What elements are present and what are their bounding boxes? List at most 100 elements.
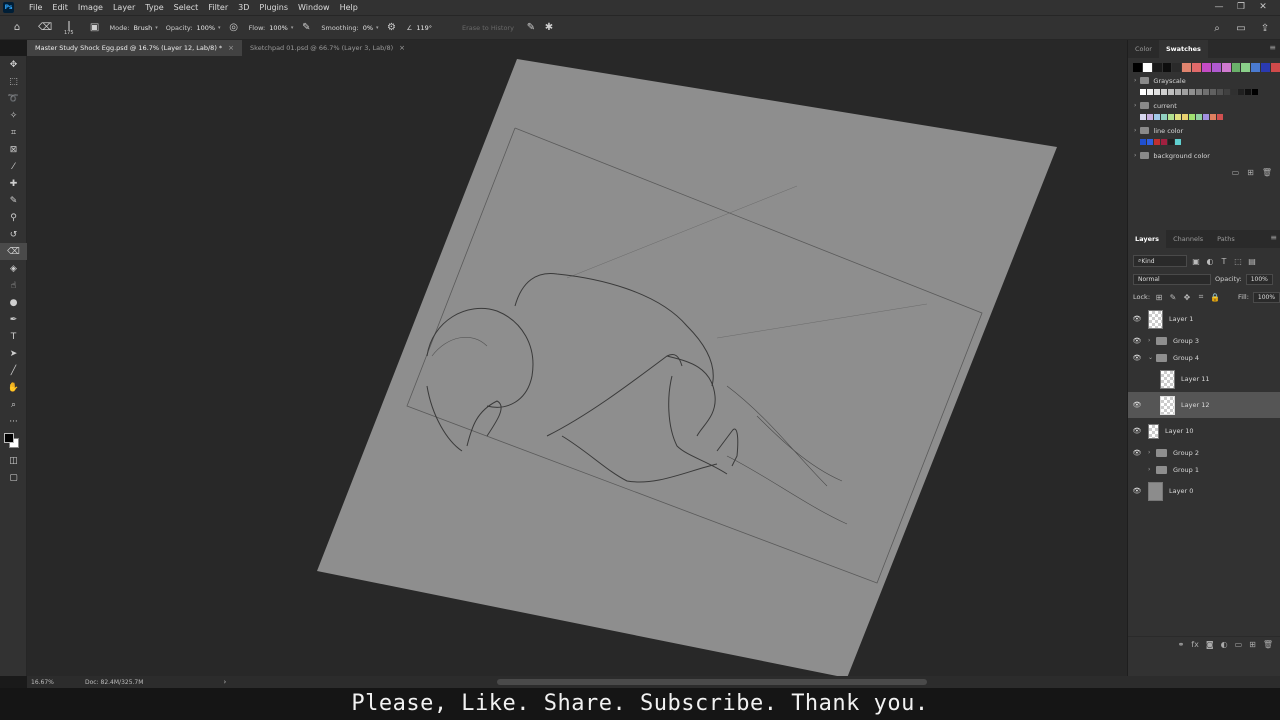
brush-settings-icon[interactable]: ▣ [88, 21, 102, 35]
tab-sketchpad[interactable]: Sketchpad 01.psd @ 66.7% (Layer 3, Lab/8… [242, 40, 413, 56]
magic-wand-tool-icon[interactable]: ✧ [0, 107, 27, 124]
color-swatches[interactable] [0, 430, 27, 452]
eye-icon[interactable]: 👁 [1128, 466, 1146, 474]
swatch[interactable] [1211, 63, 1221, 72]
swatch[interactable] [1140, 139, 1146, 145]
restore-button[interactable]: ❐ [1230, 0, 1252, 15]
share-icon[interactable]: ⇪ [1258, 21, 1272, 35]
swatch-group[interactable]: › line color [1128, 122, 1280, 139]
frame-tool-icon[interactable]: ⊠ [0, 141, 27, 158]
swatch[interactable] [1182, 114, 1188, 120]
tab-master-study[interactable]: Master Study Shock Egg.psd @ 16.7% (Laye… [27, 40, 243, 56]
menu-type[interactable]: Type [140, 3, 168, 12]
adjustment-icon[interactable]: ◐ [1221, 640, 1228, 649]
search-icon[interactable]: ⌕ [1210, 21, 1224, 35]
swatch[interactable] [1252, 89, 1258, 95]
menu-plugins[interactable]: Plugins [254, 3, 293, 12]
chevron-down-icon[interactable]: ⌄ [1148, 354, 1156, 361]
erase-to-history-checkbox[interactable]: Erase to History [462, 24, 514, 32]
swatch[interactable] [1202, 63, 1211, 72]
opacity-control[interactable]: Opacity: 100% ▾ [166, 24, 221, 32]
lasso-tool-icon[interactable]: ➰ [0, 90, 27, 107]
swatch[interactable] [1271, 63, 1280, 72]
horizontal-scrollbar[interactable] [497, 679, 927, 685]
close-icon[interactable]: × [228, 40, 234, 56]
layer-row[interactable]: 👁 ⌄ Group 4 [1128, 349, 1280, 366]
new-swatch-icon[interactable]: ⊞ [1247, 168, 1254, 177]
symmetry-icon[interactable]: ✱ [542, 21, 556, 35]
swatch[interactable] [1175, 114, 1181, 120]
canvas-area[interactable] [27, 56, 1127, 676]
more-tools-icon[interactable]: ··· [0, 413, 27, 430]
home-icon[interactable]: ⌂ [10, 21, 24, 35]
swatch[interactable] [1182, 63, 1192, 72]
swatch[interactable] [1162, 63, 1172, 72]
tab-color[interactable]: Color [1128, 40, 1159, 58]
layer-row[interactable]: 👁 › Group 3 [1128, 332, 1280, 349]
menu-edit[interactable]: Edit [47, 3, 73, 12]
swatch[interactable] [1172, 63, 1182, 72]
path-selection-tool-icon[interactable]: ➤ [0, 345, 27, 362]
tab-swatches[interactable]: Swatches [1158, 40, 1208, 58]
layer-fill-input[interactable]: 100% [1252, 291, 1280, 303]
swatch[interactable] [1154, 89, 1160, 95]
pressure-opacity-icon[interactable]: ◎ [227, 21, 241, 35]
eye-icon[interactable]: 👁 [1128, 375, 1146, 383]
zoom-level[interactable]: 16.67% [27, 679, 71, 686]
tab-layers[interactable]: Layers [1128, 230, 1167, 248]
panel-menu-icon[interactable]: ≡ [1270, 233, 1277, 242]
pen-tool-icon[interactable]: ✒ [0, 311, 27, 328]
eye-icon[interactable]: 👁 [1128, 354, 1146, 362]
image-filter-icon[interactable]: ▣ [1191, 256, 1201, 266]
eraser-tool-preset-icon[interactable]: ⌫ [38, 21, 52, 35]
filter-kind-dropdown[interactable]: ⌕ Kind [1133, 255, 1187, 267]
gear-icon[interactable]: ⚙ [385, 21, 399, 35]
crop-tool-icon[interactable]: ⌗ [0, 124, 27, 141]
layer-row[interactable]: 👁 Layer 1 [1128, 306, 1280, 332]
swatch[interactable] [1161, 89, 1167, 95]
mode-dropdown[interactable]: Mode: Brush ▾ [110, 24, 158, 32]
swatch[interactable] [1231, 89, 1237, 95]
type-tool-icon[interactable]: T [0, 328, 27, 345]
swatch[interactable] [1147, 114, 1153, 120]
swatch[interactable] [1251, 63, 1261, 72]
chevron-right-icon[interactable]: › [223, 678, 226, 686]
foreground-color[interactable] [4, 433, 14, 443]
swatch[interactable] [1241, 63, 1251, 72]
lock-all-icon[interactable]: 🔒 [1210, 292, 1220, 302]
layer-row[interactable]: 👁 Layer 0 [1128, 478, 1280, 504]
brush-size-picker[interactable]: 175 [60, 19, 88, 37]
paint-bucket-tool-icon[interactable]: ◈ [0, 260, 27, 277]
eye-icon[interactable]: 👁 [1128, 401, 1146, 409]
smudge-tool-icon[interactable]: ☝ [0, 277, 27, 294]
swatch[interactable] [1140, 114, 1146, 120]
swatch[interactable] [1133, 63, 1142, 72]
eye-icon[interactable]: 👁 [1128, 427, 1146, 435]
trash-icon[interactable]: 🗑 [1262, 168, 1272, 177]
swatch[interactable] [1168, 114, 1174, 120]
eye-icon[interactable]: 👁 [1128, 315, 1146, 323]
angle-control[interactable]: ∠ 119° [407, 24, 433, 32]
smart-object-filter-icon[interactable]: ▤ [1247, 256, 1257, 266]
artwork-canvas[interactable] [27, 56, 1127, 676]
menu-image[interactable]: Image [73, 3, 108, 12]
folder-icon[interactable]: ▭ [1235, 640, 1243, 649]
layer-opacity-input[interactable]: 100% [1245, 273, 1273, 285]
swatch[interactable] [1168, 139, 1174, 145]
lock-artboard-icon[interactable]: ⌗ [1196, 292, 1206, 302]
swatch[interactable] [1175, 89, 1181, 95]
eye-icon[interactable]: 👁 [1128, 487, 1146, 495]
workspace-icon[interactable]: ▭ [1234, 21, 1248, 35]
quick-mask-icon[interactable]: ◫ [0, 452, 27, 469]
menu-help[interactable]: Help [335, 3, 363, 12]
swatch[interactable] [1154, 139, 1160, 145]
swatch[interactable] [1221, 63, 1231, 72]
pressure-size-icon[interactable]: ✎ [524, 21, 538, 35]
swatch[interactable] [1203, 114, 1209, 120]
mask-icon[interactable]: ◙ [1206, 640, 1214, 649]
clone-stamp-tool-icon[interactable]: ⚲ [0, 209, 27, 226]
swatch[interactable] [1192, 63, 1202, 72]
history-brush-tool-icon[interactable]: ↺ [0, 226, 27, 243]
panel-menu-icon[interactable]: ≡ [1269, 43, 1276, 52]
layer-row[interactable]: 👁 Layer 10 [1128, 418, 1280, 444]
